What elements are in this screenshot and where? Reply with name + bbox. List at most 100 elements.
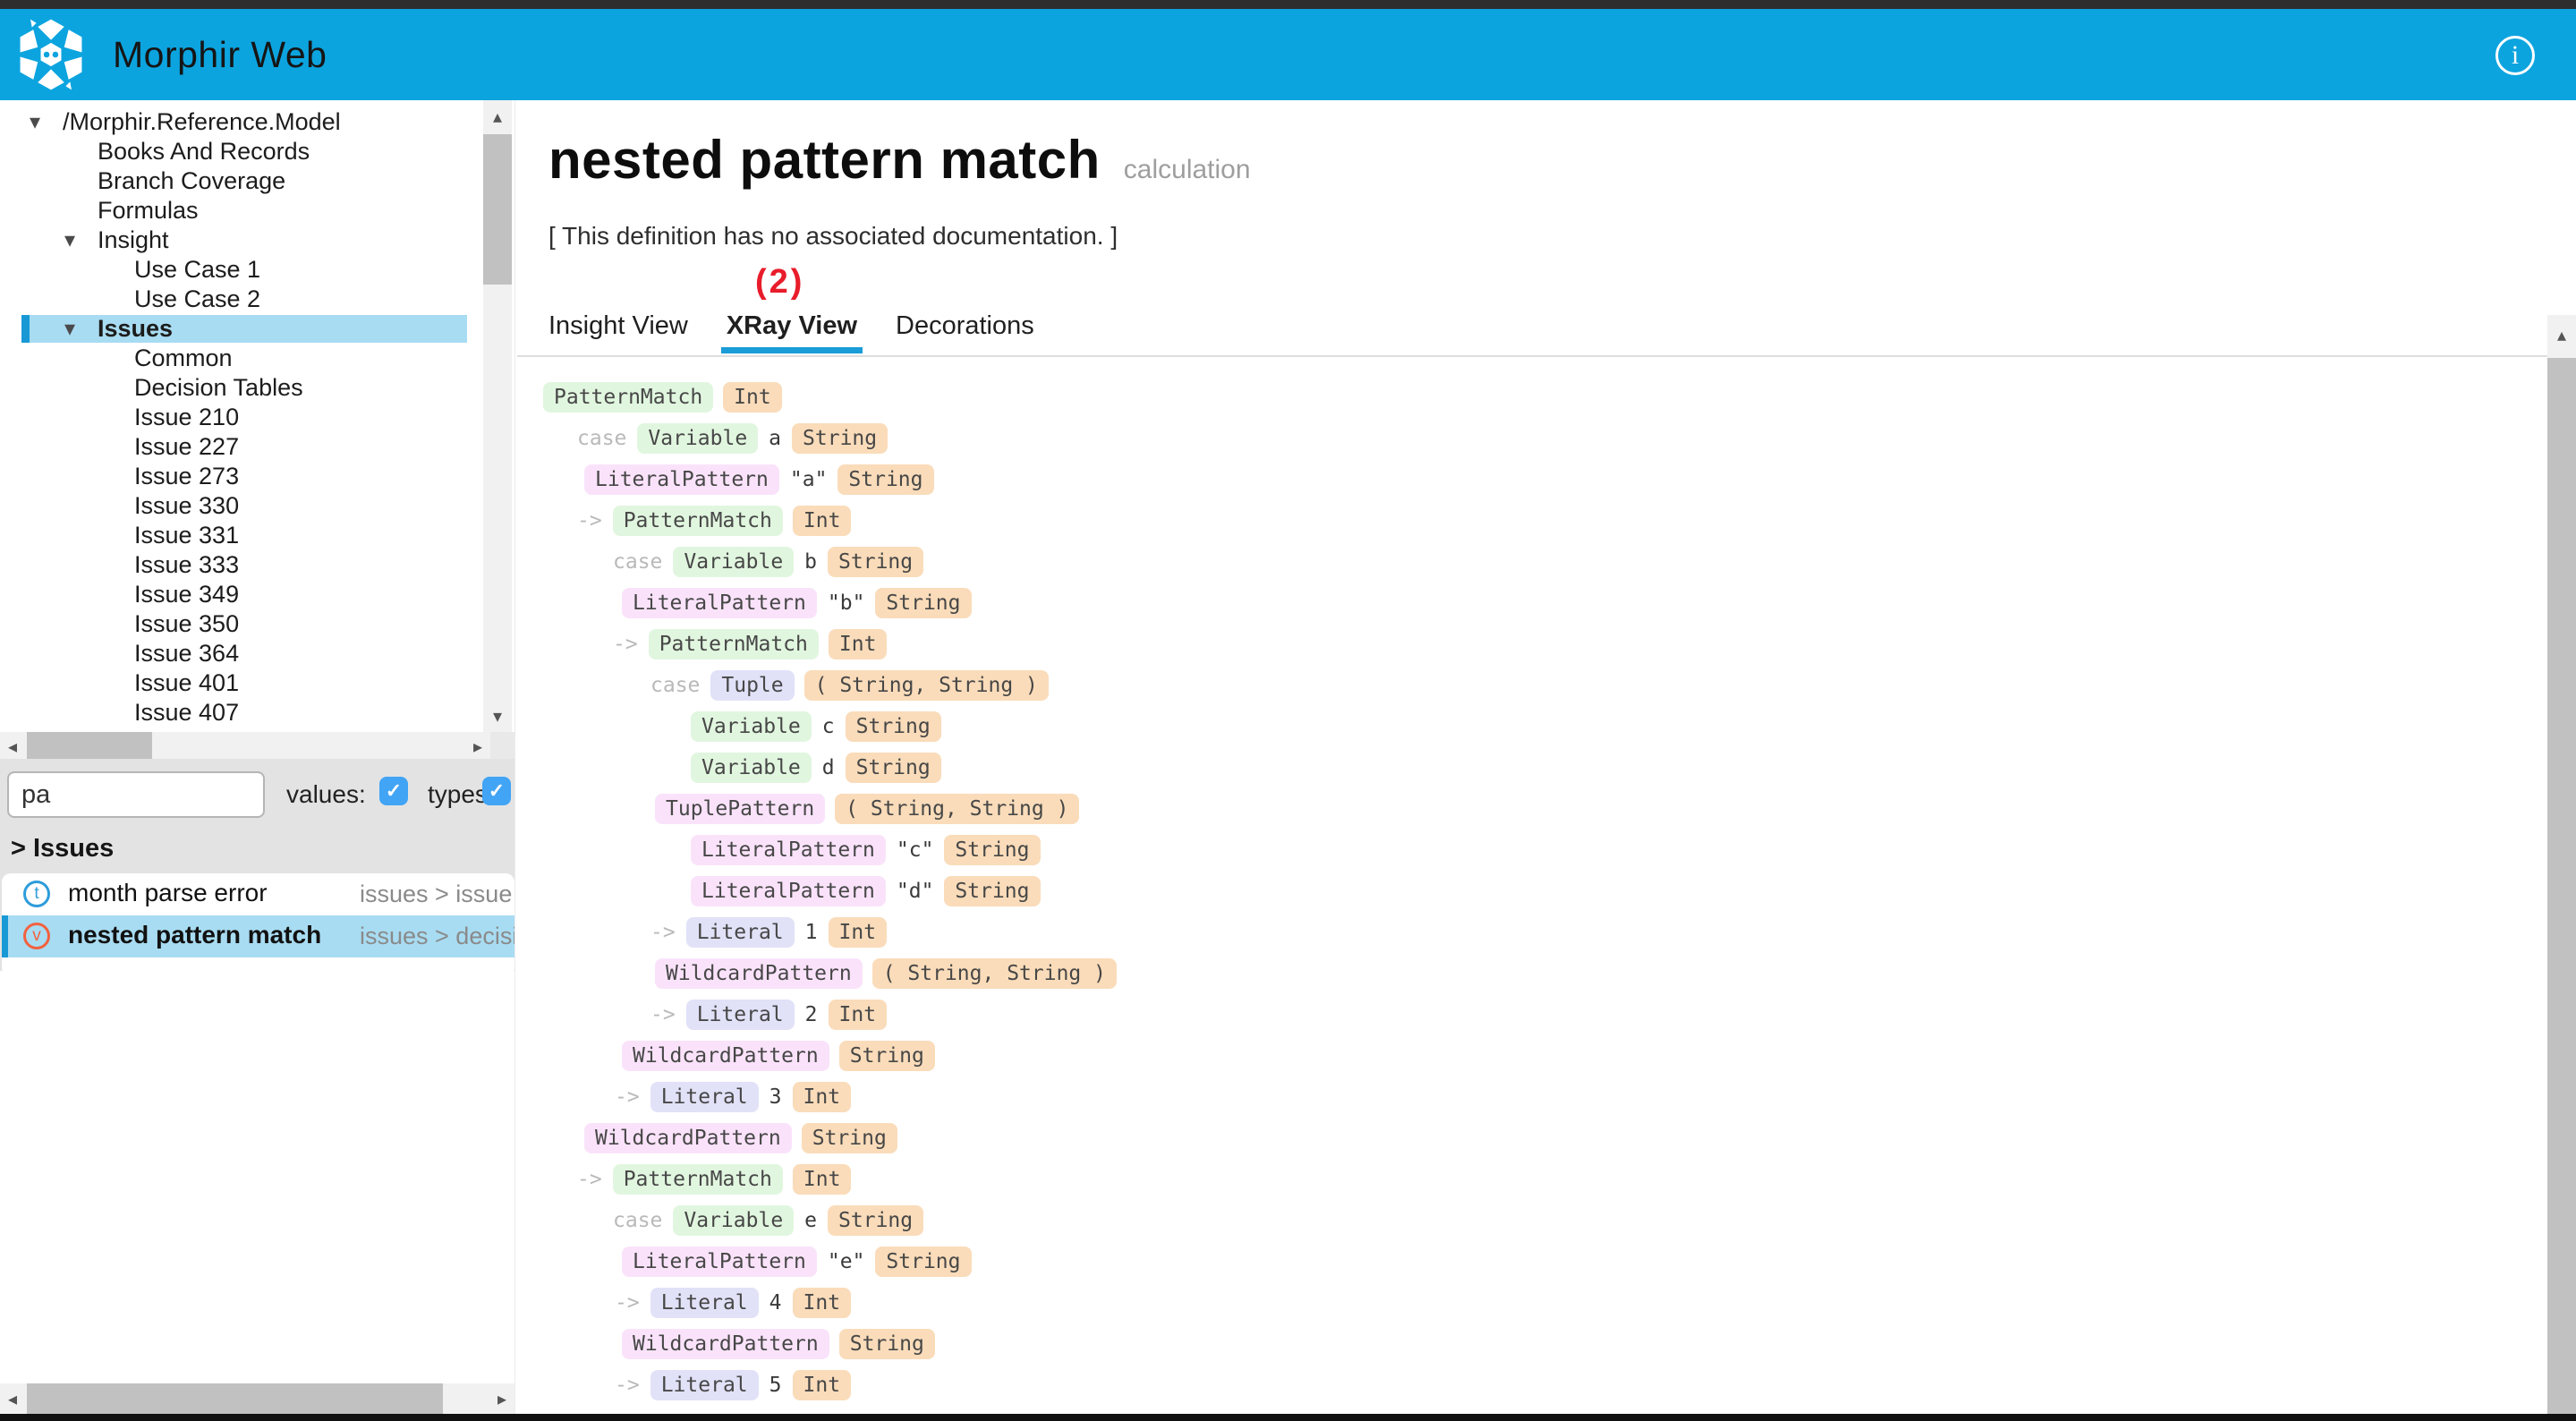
type-badge: String	[944, 876, 1040, 906]
scroll-up-icon[interactable]: ▴	[483, 100, 512, 132]
pattern-badge: LiteralPattern	[691, 876, 886, 906]
scroll-down-icon[interactable]: ▾	[483, 700, 512, 732]
node-badge: Variable	[637, 423, 758, 454]
tree-item-issue-227[interactable]: Issue 227	[0, 432, 483, 462]
xray-line: LiteralPattern"a"String	[584, 463, 934, 497]
tree-item-label: Insight	[98, 225, 169, 255]
tree-item-label: Common	[134, 344, 233, 373]
scrollbar-thumb[interactable]	[483, 134, 512, 285]
value-badge: Literal	[650, 1288, 759, 1318]
tree-item-books-and-records[interactable]: Books And Records	[0, 137, 483, 166]
tree-item-formulas[interactable]: Formulas	[0, 196, 483, 225]
search-result-month-parse-error[interactable]: tmonth parse errorissues > issue 3	[2, 873, 514, 915]
tree-item-label: Issue 350	[134, 609, 239, 639]
tree-item-issue-349[interactable]: Issue 349	[0, 580, 483, 609]
node-badge: PatternMatch	[543, 382, 713, 413]
scrollbar-thumb[interactable]	[27, 732, 152, 762]
tree-item-issues[interactable]: ▾Issues	[0, 314, 483, 344]
tree-item-issue-401[interactable]: Issue 401	[0, 668, 483, 698]
t-type-icon: t	[23, 881, 50, 907]
literal-text: b	[803, 550, 818, 574]
app-title: Morphir Web	[113, 34, 327, 76]
tree-item-label: Use Case 2	[134, 285, 260, 314]
sidebar: ▾/Morphir.Reference.ModelBooks And Recor…	[0, 100, 514, 1421]
tree-item-issue-407[interactable]: Issue 407	[0, 698, 483, 728]
tree-item--morphir-reference-model[interactable]: ▾/Morphir.Reference.Model	[0, 107, 483, 137]
tree-item-insight[interactable]: ▾ Insight	[0, 225, 483, 255]
scroll-up-icon[interactable]: ▴	[2547, 315, 2576, 354]
literal-text: 5	[769, 1374, 783, 1397]
tree-item-use-case-1[interactable]: Use Case 1	[0, 255, 483, 285]
type-badge: String	[792, 423, 888, 454]
search-input[interactable]	[7, 771, 265, 818]
xray-line: ->Literal2Int	[650, 998, 887, 1032]
scroll-right-icon[interactable]: ▸	[465, 732, 490, 762]
documentation-note: [ This definition has no associated docu…	[548, 222, 1118, 251]
tab-insight-view[interactable]: Insight View	[548, 311, 688, 353]
type-badge: String	[837, 464, 933, 495]
tree-item-decision-tables[interactable]: Decision Tables	[0, 373, 483, 403]
scroll-left-icon[interactable]: ◂	[0, 1383, 25, 1414]
type-badge: String	[944, 835, 1040, 865]
xray-line: ->Literal1Int	[650, 915, 887, 949]
tree-item-issue-330[interactable]: Issue 330	[0, 491, 483, 521]
search-result-nested-pattern-match[interactable]: vnested pattern matchissues > decisio	[2, 915, 514, 957]
type-badge: ( String, String )	[804, 670, 1049, 701]
info-icon[interactable]: i	[2495, 36, 2535, 75]
chevron-down-icon[interactable]: ▾	[30, 107, 40, 137]
tree-item-issue-331[interactable]: Issue 331	[0, 521, 483, 550]
xray-line: WildcardPatternString	[622, 1039, 935, 1073]
xray-line: PatternMatch Int	[543, 380, 782, 414]
tab-xray-view[interactable]: XRay View	[727, 311, 857, 353]
literal-text: 1	[804, 921, 819, 944]
xray-line: ->PatternMatchInt	[576, 504, 851, 538]
scrollbar-thumb[interactable]	[2547, 358, 2576, 1414]
tree-item-label: Issue 401	[134, 668, 239, 698]
tree-item-common[interactable]: Common	[0, 344, 483, 373]
scroll-left-icon[interactable]: ◂	[0, 732, 25, 762]
xray-line: caseVariableaString	[576, 421, 888, 455]
tree-item-issue-364[interactable]: Issue 364	[0, 639, 483, 668]
xray-line: ->Literal4Int	[614, 1286, 851, 1320]
xray-line: LiteralPattern"e"String	[622, 1245, 972, 1279]
scroll-right-icon[interactable]: ▸	[489, 1383, 514, 1414]
keyword-text: ->	[576, 1168, 603, 1191]
type-badge: Int	[723, 382, 782, 413]
value-badge: Literal	[686, 917, 795, 948]
literal-text: "d"	[896, 880, 935, 903]
tree-item-issue-350[interactable]: Issue 350	[0, 609, 483, 639]
tree-item-issue-333[interactable]: Issue 333	[0, 550, 483, 580]
chevron-down-icon[interactable]: ▾	[64, 314, 75, 344]
type-badge: String	[828, 547, 923, 577]
pattern-badge: WildcardPattern	[622, 1041, 829, 1071]
values-checkbox[interactable]: ✓	[379, 777, 408, 805]
tree-item-issue-273[interactable]: Issue 273	[0, 462, 483, 491]
panel-bottom-scrollbar[interactable]: ◂ ▸	[0, 1383, 514, 1414]
tree-item-label: Issue 407	[134, 698, 239, 728]
pattern-badge: LiteralPattern	[622, 1247, 817, 1277]
tree-item-label: Issue 331	[134, 521, 239, 550]
value-badge: Tuple	[710, 670, 794, 701]
sidebar-vertical-scrollbar[interactable]: ▴ ▾	[483, 100, 512, 732]
xray-line: caseTuple( String, String )	[650, 668, 1049, 702]
sidebar-horizontal-scrollbar[interactable]: ◂ ▸	[0, 732, 490, 762]
tab-decorations[interactable]: Decorations	[896, 311, 1034, 353]
types-checkbox[interactable]: ✓	[482, 777, 511, 805]
scrollbar-thumb[interactable]	[27, 1383, 443, 1414]
type-badge: String	[875, 588, 971, 618]
annotation-marker: (2)	[755, 263, 804, 302]
node-badge: PatternMatch	[613, 506, 783, 536]
literal-text: 2	[804, 1003, 819, 1026]
xray-line: ->Literal3Int	[614, 1080, 851, 1114]
type-badge: String	[875, 1247, 971, 1277]
literal-text: "a"	[789, 468, 829, 491]
keyword-text: ->	[650, 921, 676, 944]
tree-item-branch-coverage[interactable]: Branch Coverage	[0, 166, 483, 196]
result-title: month parse error	[68, 879, 268, 907]
type-badge: Int	[829, 629, 888, 659]
main-vertical-scrollbar[interactable]: ▴	[2547, 315, 2576, 1414]
node-badge: Variable	[673, 547, 794, 577]
chevron-down-icon[interactable]: ▾	[64, 225, 75, 255]
tree-item-use-case-2[interactable]: Use Case 2	[0, 285, 483, 314]
tree-item-issue-210[interactable]: Issue 210	[0, 403, 483, 432]
